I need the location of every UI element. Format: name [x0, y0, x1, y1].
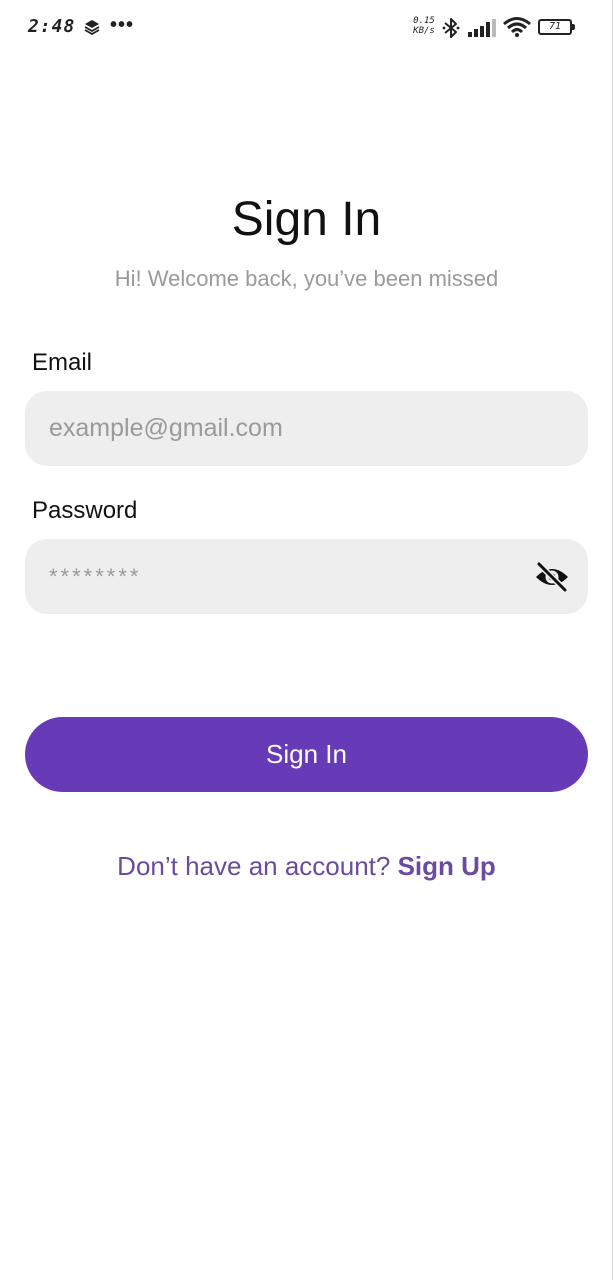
more-icon: •••: [110, 14, 135, 36]
signal-icon: [468, 19, 496, 37]
password-input[interactable]: [25, 539, 588, 614]
bluetooth-icon: [442, 18, 460, 38]
wifi-icon: [503, 17, 531, 37]
status-bar: 2:48 ••• 0.15 KB/s 71: [0, 0, 613, 56]
email-label: Email: [32, 349, 93, 376]
layers-icon: [84, 20, 100, 35]
network-speed: 0.15 KB/s: [411, 16, 437, 36]
page-subtitle: Hi! Welcome back, you’ve been missed: [114, 266, 499, 291]
password-field-container: [25, 539, 588, 614]
signup-prompt: Don’t have an account? Sign Up: [0, 851, 613, 882]
signin-screen: 2:48 ••• 0.15 KB/s 71 Sign In Hi! Welcom…: [0, 0, 613, 1280]
signup-prompt-text: Don’t have an account?: [117, 851, 398, 881]
status-time: 2:48: [28, 16, 76, 37]
email-input[interactable]: [25, 391, 588, 466]
eye-off-icon[interactable]: [534, 561, 570, 593]
signin-button[interactable]: Sign In: [25, 717, 588, 792]
email-field-container: [25, 391, 588, 466]
battery-icon: 71: [538, 19, 575, 35]
page-title: Sign In: [231, 193, 382, 246]
network-speed-unit: KB/s: [413, 26, 435, 36]
password-label: Password: [32, 497, 138, 524]
signup-link[interactable]: Sign Up: [398, 851, 496, 881]
network-speed-value: 0.15: [413, 16, 435, 26]
